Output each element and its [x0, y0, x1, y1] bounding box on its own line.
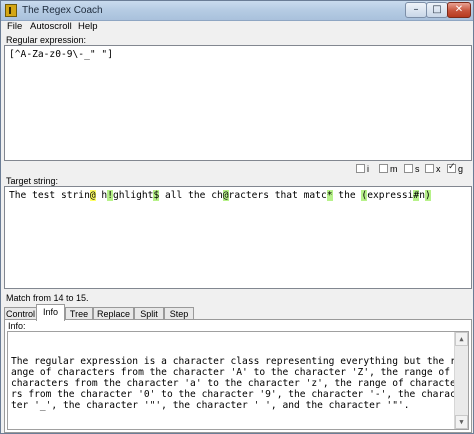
info-line: characters from the character 'a' to the…: [11, 378, 456, 389]
target-text-segment: ghlight: [113, 190, 154, 201]
option-m-checkbox[interactable]: [379, 164, 388, 173]
option-s-label: s: [415, 164, 420, 174]
app-window: The Regex Coach – □ ✕ File Autoscroll He…: [0, 0, 474, 434]
window-title: The Regex Coach: [22, 5, 103, 16]
option-i-checkbox[interactable]: [356, 164, 365, 173]
info-line: ange of characters from the character 'A…: [11, 367, 450, 378]
minimize-button[interactable]: –: [405, 2, 427, 18]
tab-info[interactable]: Info: [36, 304, 65, 321]
maximize-button[interactable]: □: [426, 2, 448, 18]
option-g-checkbox[interactable]: [447, 162, 456, 173]
target-text-segment: all the ch: [159, 190, 223, 201]
target-text-segment: the: [332, 190, 362, 201]
option-m-label: m: [390, 164, 398, 174]
menu-file[interactable]: File: [7, 21, 22, 32]
info-text-area[interactable]: The regular expression is a character cl…: [7, 331, 469, 430]
target-text-segment: expressi: [367, 190, 414, 201]
option-x-label: x: [436, 164, 441, 174]
close-button[interactable]: ✕: [447, 2, 471, 18]
option-i-label: i: [367, 164, 369, 174]
info-line: rs from the character '0' to the charact…: [11, 389, 456, 400]
menu-help[interactable]: Help: [78, 21, 98, 32]
info-line: The regular expression is a character cl…: [11, 356, 456, 367]
info-text: The regular expression is a character cl…: [11, 356, 465, 411]
regex-input[interactable]: [^A-Za-z0-9\-_" "]: [4, 45, 472, 161]
regex-label: Regular expression:: [6, 35, 87, 45]
target-text-segment: racters that matc: [228, 190, 327, 201]
match-status: Match from 14 to 15.: [6, 293, 89, 303]
option-s-checkbox[interactable]: [404, 164, 413, 173]
menu-bar: File Autoscroll Help: [1, 21, 473, 34]
regex-value: [^A-Za-z0-9\-_" "]: [9, 49, 113, 60]
menu-autoscroll[interactable]: Autoscroll: [30, 21, 72, 32]
option-g-label: g: [458, 164, 464, 174]
title-bar[interactable]: The Regex Coach – □ ✕: [1, 1, 473, 21]
info-line: ter '_', the character '"', the characte…: [11, 400, 410, 411]
target-text-segment: h: [95, 190, 108, 201]
info-panel: Info: The regular expression is a charac…: [4, 319, 472, 433]
match-highlight: ): [424, 190, 431, 201]
info-label: Info:: [8, 321, 26, 331]
app-logo-icon: [5, 4, 17, 17]
scroll-down-icon[interactable]: ▼: [455, 415, 468, 429]
target-text-segment: The test strin: [9, 190, 90, 201]
scroll-up-icon[interactable]: ▲: [455, 332, 468, 346]
target-label: Target string:: [6, 176, 59, 186]
info-scrollbar[interactable]: ▲ ▼: [454, 332, 468, 429]
target-input[interactable]: The test strin@ h!ghlight$ all the ch@ra…: [4, 186, 472, 289]
option-x-checkbox[interactable]: [425, 164, 434, 173]
